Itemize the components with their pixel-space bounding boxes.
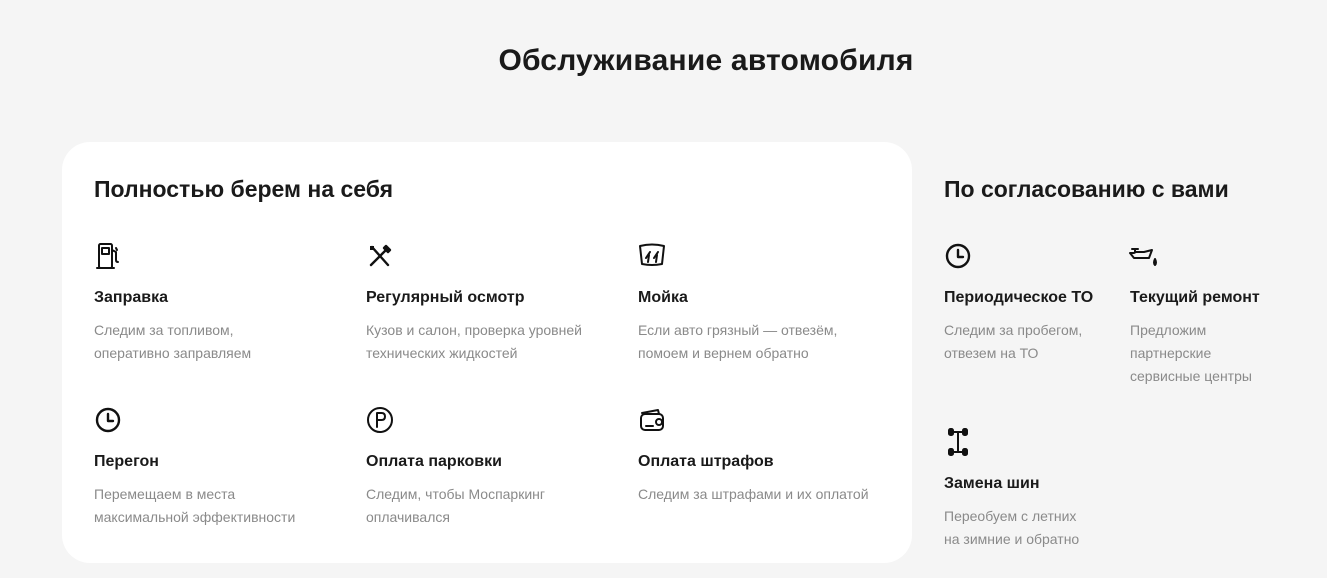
by-agreement-title: По согласованию с вами	[944, 176, 1229, 202]
feature-name: Периодическое ТО	[944, 289, 1094, 306]
page-title: Обслуживание автомобиля	[498, 44, 914, 77]
feature-name: Заправка	[94, 289, 168, 306]
feature-relocation: Перегон Перемещаем в места максимальной …	[94, 402, 344, 529]
tire-change-icon	[940, 424, 976, 460]
clock-icon	[90, 402, 126, 438]
feature-description: Предложим партнерские сервисные центры	[1130, 322, 1252, 384]
feature-refuel: Заправка Следим за топливом, оперативно …	[94, 238, 344, 365]
feature-name: Регулярный осмотр	[366, 289, 525, 306]
feature-description: Если авто грязный — отвезём, помоем и ве…	[638, 322, 838, 361]
feature-name: Перегон	[94, 453, 159, 470]
feature-name: Замена шин	[944, 475, 1040, 492]
fuel-pump-icon	[90, 238, 126, 274]
clock-icon	[940, 238, 976, 274]
full-service-title: Полностью берем на себя	[94, 176, 394, 202]
feature-description: Переобуем с летних на зимние и обратно	[944, 508, 1080, 547]
car-wash-icon	[634, 238, 670, 274]
feature-name: Текущий ремонт	[1130, 289, 1260, 306]
feature-description: Следим за штрафами и их оплатой	[638, 486, 869, 502]
feature-fines-payment: Оплата штрафов Следим за штрафами и их о…	[638, 402, 888, 506]
wallet-icon	[634, 402, 670, 438]
feature-description: Следим за пробегом, отвезем на ТО	[944, 322, 1083, 361]
full-service-card: Полностью берем на себя Заправка Следим …	[62, 142, 912, 563]
feature-car-wash: Мойка Если авто грязный — отвезём, помое…	[638, 238, 888, 365]
feature-parking-payment: Оплата парковки Следим, чтобы Моспаркинг…	[366, 402, 616, 529]
parking-icon	[362, 402, 398, 438]
feature-description: Кузов и салон, проверка уровней техничес…	[366, 322, 582, 361]
feature-current-repair: Текущий ремонт Предложим партнерские сер…	[1129, 238, 1280, 388]
oil-can-icon	[1126, 238, 1162, 274]
feature-inspection: Регулярный осмотр Кузов и салон, проверк…	[366, 238, 616, 365]
feature-periodic-maintenance: Периодическое ТО Следим за пробегом, отв…	[944, 238, 1119, 365]
feature-tire-change: Замена шин Переобуем с летних на зимние …	[944, 424, 1119, 551]
by-agreement-section: По согласованию с вами Периодическое ТО …	[944, 142, 1324, 563]
feature-description: Перемещаем в места максимальной эффектив…	[94, 486, 296, 525]
feature-name: Оплата штрафов	[638, 453, 774, 470]
tools-icon	[362, 238, 398, 274]
feature-description: Следим за топливом, оперативно заправляе…	[94, 322, 252, 361]
feature-name: Оплата парковки	[366, 453, 502, 470]
feature-name: Мойка	[638, 289, 688, 306]
feature-description: Следим, чтобы Моспаркинг оплачивался	[366, 486, 545, 525]
